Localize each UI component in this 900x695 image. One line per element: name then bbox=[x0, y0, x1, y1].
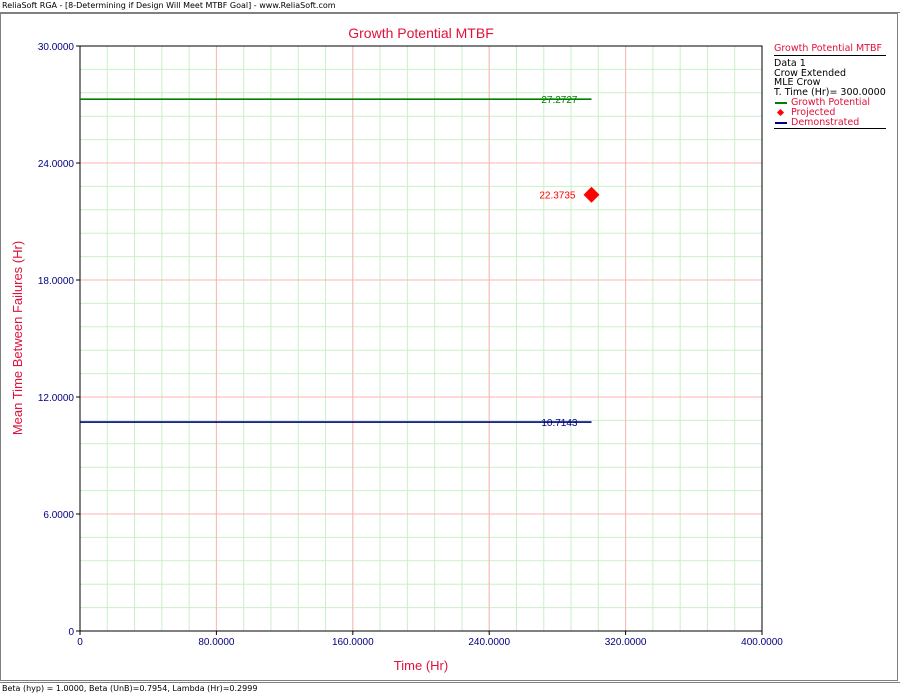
legend: Growth Potential MTBF Data 1 Crow Extend… bbox=[774, 44, 886, 130]
projected-diamond-swatch bbox=[776, 108, 785, 116]
growth-potential-line-swatch bbox=[775, 101, 787, 104]
y-tick-label: 24.0000 bbox=[38, 159, 75, 170]
legend-entry-demonstrated: Demonstrated bbox=[774, 116, 886, 128]
y-tick-label: 0 bbox=[68, 627, 74, 638]
series: 27.2727 22.3735 10.7143 bbox=[80, 95, 600, 429]
x-tick-label: 320.0000 bbox=[605, 637, 647, 648]
growth-potential-value-label: 27.2727 bbox=[541, 95, 578, 106]
x-tick-label: 240.0000 bbox=[468, 637, 510, 648]
y-tick-label: 30.0000 bbox=[38, 42, 75, 53]
projected-value-label: 22.3735 bbox=[539, 191, 576, 202]
y-tick-label: 12.0000 bbox=[38, 393, 75, 404]
demonstrated-line-swatch bbox=[775, 121, 787, 124]
axes: 0 80.0000 160.0000 240.0000 320.0000 400.0000… bbox=[38, 42, 783, 648]
status-bar: Beta (hyp) = 1.0000, Beta (UnB)=0.7954, … bbox=[0, 682, 900, 695]
grid bbox=[80, 46, 762, 631]
x-tick-label: 400.0000 bbox=[741, 637, 783, 648]
legend-divider bbox=[774, 128, 886, 130]
x-tick-label: 160.0000 bbox=[332, 637, 374, 648]
y-tick-label: 6.0000 bbox=[43, 510, 74, 521]
legend-info: Data 1 Crow Extended MLE Crow T. Time (H… bbox=[774, 58, 886, 98]
demonstrated-value-label: 10.7143 bbox=[541, 418, 578, 429]
plot-area-border bbox=[79, 45, 763, 632]
projected-point bbox=[583, 186, 600, 203]
legend-title: Growth Potential MTBF bbox=[774, 44, 886, 56]
y-tick-label: 18.0000 bbox=[38, 276, 75, 287]
chart-title: Growth Potential MTBF bbox=[348, 25, 494, 41]
mtbf-chart: 0 80.0000 160.0000 240.0000 320.0000 400.0000… bbox=[10, 25, 783, 673]
x-tick-label: 0 bbox=[77, 637, 83, 648]
x-axis-label: Time (Hr) bbox=[394, 658, 448, 673]
y-axis-label: Mean Time Between Failures (Hr) bbox=[10, 241, 25, 435]
x-tick-label: 80.0000 bbox=[198, 637, 235, 648]
legend-label-demonstrated: Demonstrated bbox=[791, 116, 860, 128]
